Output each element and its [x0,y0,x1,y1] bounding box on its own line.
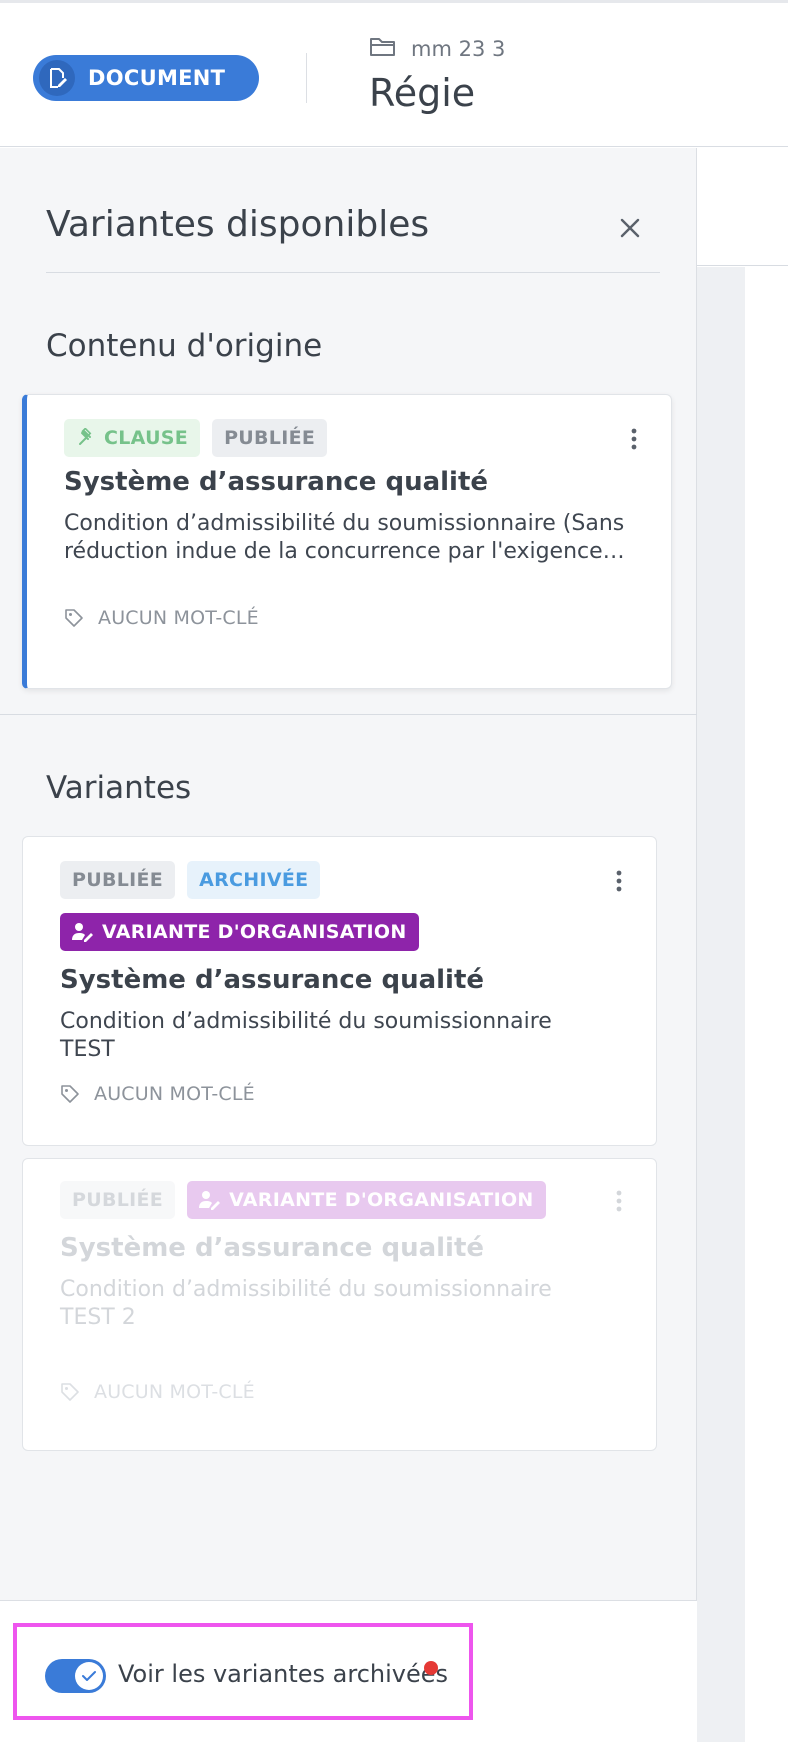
notification-dot [424,1661,438,1675]
clause-tag: CLAUSE [64,419,201,457]
user-edit-icon [72,923,93,942]
tag-icon [61,1085,79,1103]
organization-variant-label: VARIANTE D'ORGANISATION [102,921,407,943]
page-title: Régie [369,71,476,115]
published-tag: PUBLIÉE [60,1181,176,1219]
close-icon [620,218,640,238]
folder-name: mm 23 3 [411,36,506,61]
variant-card-title: Système d’assurance qualité [60,965,485,995]
clause-tag-label: CLAUSE [104,427,189,449]
keywords-label: AUCUN MOT-CLÉ [98,607,259,629]
variant-card-keywords: AUCUN MOT-CLÉ [60,1381,255,1403]
tag-icon [65,609,83,627]
panel-title: Variantes disponibles [46,204,430,245]
gavel-icon [79,428,92,445]
archived-tag: ARCHIVÉE [187,861,321,899]
title-divider [46,272,660,273]
original-card-title: Système d’assurance qualité [64,467,489,497]
user-edit-icon [199,1191,221,1210]
folder-icon [369,35,397,62]
original-card-description: Condition d’admissibilité du soumissionn… [64,511,625,564]
section-heading-variants: Variantes [46,770,192,806]
kebab-menu-icon [616,1190,622,1212]
keywords-label: AUCUN MOT-CLÉ [94,1083,255,1105]
show-archived-label: Voir les variantes archivées [118,1660,448,1688]
keywords-label: AUCUN MOT-CLÉ [94,1381,255,1403]
variant-card[interactable]: PUBLIÉE VARIANTE D'ORGANISATION Système … [22,1158,657,1451]
variant-card-menu-button[interactable] [604,1181,634,1221]
original-card-menu-button[interactable] [619,419,649,459]
variants-panel: Variantes disponibles Contenu d'origine … [0,148,697,1742]
section-divider [0,714,697,715]
app-header: DOCUMENT mm 23 3 Régie [0,0,788,147]
kebab-menu-icon [616,870,622,892]
close-panel-button[interactable] [610,208,650,248]
kebab-menu-icon [631,428,637,450]
organization-variant-tag: VARIANTE D'ORGANISATION [187,1181,546,1219]
variant-card-keywords: AUCUN MOT-CLÉ [60,1083,255,1105]
variant-card-description: Condition d’admissibilité du soumissionn… [60,1009,552,1062]
variant-card-menu-button[interactable] [604,861,634,901]
document-type-label: DOCUMENT [88,66,226,90]
show-archived-toggle[interactable] [45,1659,106,1693]
editor-toolbar-area [697,148,788,266]
document-type-pill[interactable]: DOCUMENT [33,55,259,101]
editor-page [745,267,788,1742]
organization-variant-tag: VARIANTE D'ORGANISATION [60,913,419,951]
variant-card-description: Condition d’admissibilité du soumissionn… [60,1277,552,1330]
organization-variant-label: VARIANTE D'ORGANISATION [229,1189,534,1211]
toggle-knob [75,1662,103,1690]
breadcrumb[interactable]: mm 23 3 [369,35,505,62]
original-content-card[interactable]: CLAUSE PUBLIÉE Système d’assurance quali… [22,394,672,689]
editor-gutter [697,267,745,1742]
published-tag: PUBLIÉE [212,419,328,457]
document-edit-icon [39,60,75,96]
header-divider [306,53,307,103]
variant-card-title: Système d’assurance qualité [60,1233,485,1263]
check-icon [82,1671,96,1681]
published-tag: PUBLIÉE [60,861,176,899]
variant-card[interactable]: PUBLIÉE ARCHIVÉE VARIANTE D'ORGANISATION… [22,836,657,1146]
section-heading-original: Contenu d'origine [46,328,323,364]
tag-icon [61,1383,79,1401]
original-card-keywords: AUCUN MOT-CLÉ [64,607,259,629]
